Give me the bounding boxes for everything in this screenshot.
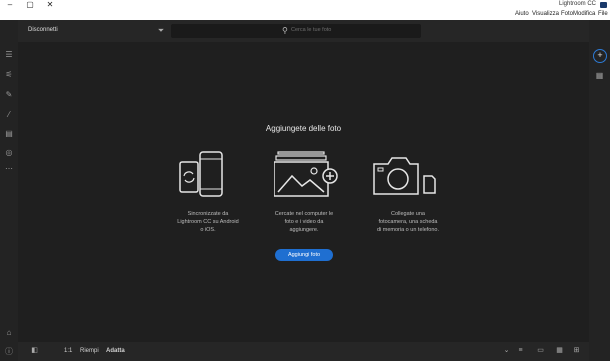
panel-toggle-icon[interactable]: ◧ xyxy=(30,347,39,355)
sort-icon[interactable]: ≡ xyxy=(516,347,525,355)
tag-icon[interactable]: ⌂ xyxy=(4,328,14,338)
fit-button[interactable]: Adatta xyxy=(106,348,125,354)
maximize-button[interactable]: ▢ xyxy=(20,0,40,10)
photos-add-icon xyxy=(274,151,338,197)
add-photos-button[interactable]: Aggiungi foto xyxy=(275,249,333,261)
main-content: Aggiungete delle foto Sincronizzate da L… xyxy=(18,42,589,342)
camera-card-icon xyxy=(373,157,436,195)
phone-sync-icon xyxy=(179,151,223,197)
menu-item-file[interactable]: File xyxy=(598,11,608,17)
menu-bar: Aiuto Visualizza Foto Modifica File xyxy=(0,10,610,20)
left-tool-strip: ☰ ⚟ ✎ ⁄ ▤ ◎ ⋯ ⌂ ⓘ xyxy=(0,20,18,361)
healing-brush-icon[interactable]: ✎ xyxy=(4,90,14,100)
title-bar: – ▢ ✕ Lightroom CC xyxy=(0,0,610,10)
app-logo-icon xyxy=(600,2,607,8)
camera-caption: Collegate una fotocamera, una scheda di … xyxy=(376,211,440,233)
top-toolbar: Disconnetti ⏷ ⚲ Cerca le tue foto Lr xyxy=(18,20,602,42)
filter-icon[interactable]: ⏷ xyxy=(156,26,166,36)
add-photos-icon[interactable]: + xyxy=(593,49,607,63)
info-icon[interactable]: ⓘ xyxy=(4,347,14,357)
menu-item-aiuto[interactable]: Aiuto xyxy=(515,11,529,17)
menu-item-foto[interactable]: Foto xyxy=(561,11,573,17)
ratio-button[interactable]: 1:1 xyxy=(64,348,72,354)
menu-item-modifica[interactable]: Modifica xyxy=(573,11,595,17)
edit-sliders-icon[interactable]: ⚟ xyxy=(4,70,14,80)
disconnect-button[interactable]: Disconnetti xyxy=(28,27,58,33)
phone-caption: Sincronizzate da Lightroom CC su Android… xyxy=(177,211,239,233)
window-title: Lightroom CC xyxy=(558,1,596,7)
grid-view-icon[interactable]: ▦ xyxy=(595,71,604,80)
grid-large-icon[interactable]: ⊞ xyxy=(572,347,581,355)
single-view-icon[interactable]: ▭ xyxy=(536,347,545,355)
gradient-icon[interactable]: ▤ xyxy=(4,129,14,139)
photos-caption: Cercate nel computer le foto e i video d… xyxy=(274,211,334,233)
right-panel: + ▦ xyxy=(589,20,610,361)
library-icon[interactable]: ☰ xyxy=(4,50,14,60)
radial-icon[interactable]: ◎ xyxy=(4,148,14,158)
search-input[interactable]: ⚲ Cerca le tue foto xyxy=(171,24,421,38)
close-button[interactable]: ✕ xyxy=(40,0,60,10)
search-icon: ⚲ xyxy=(282,26,288,35)
search-placeholder: Cerca le tue foto xyxy=(291,27,332,33)
more-icon[interactable]: ⋯ xyxy=(4,164,14,174)
bottom-toolbar: ◧ 1:1 Riempi Adatta ⌄ ≡ ▭ ▦ ⊞ xyxy=(18,342,589,361)
empty-state-heading: Aggiungete delle foto xyxy=(265,124,342,133)
grid-small-icon[interactable]: ▦ xyxy=(555,347,564,355)
menu-item-visualizza[interactable]: Visualizza xyxy=(532,11,559,17)
brush-icon[interactable]: ⁄ xyxy=(4,110,14,120)
minimize-button[interactable]: – xyxy=(0,0,20,10)
fill-button[interactable]: Riempi xyxy=(80,348,99,354)
chevron-down-icon[interactable]: ⌄ xyxy=(502,347,511,355)
